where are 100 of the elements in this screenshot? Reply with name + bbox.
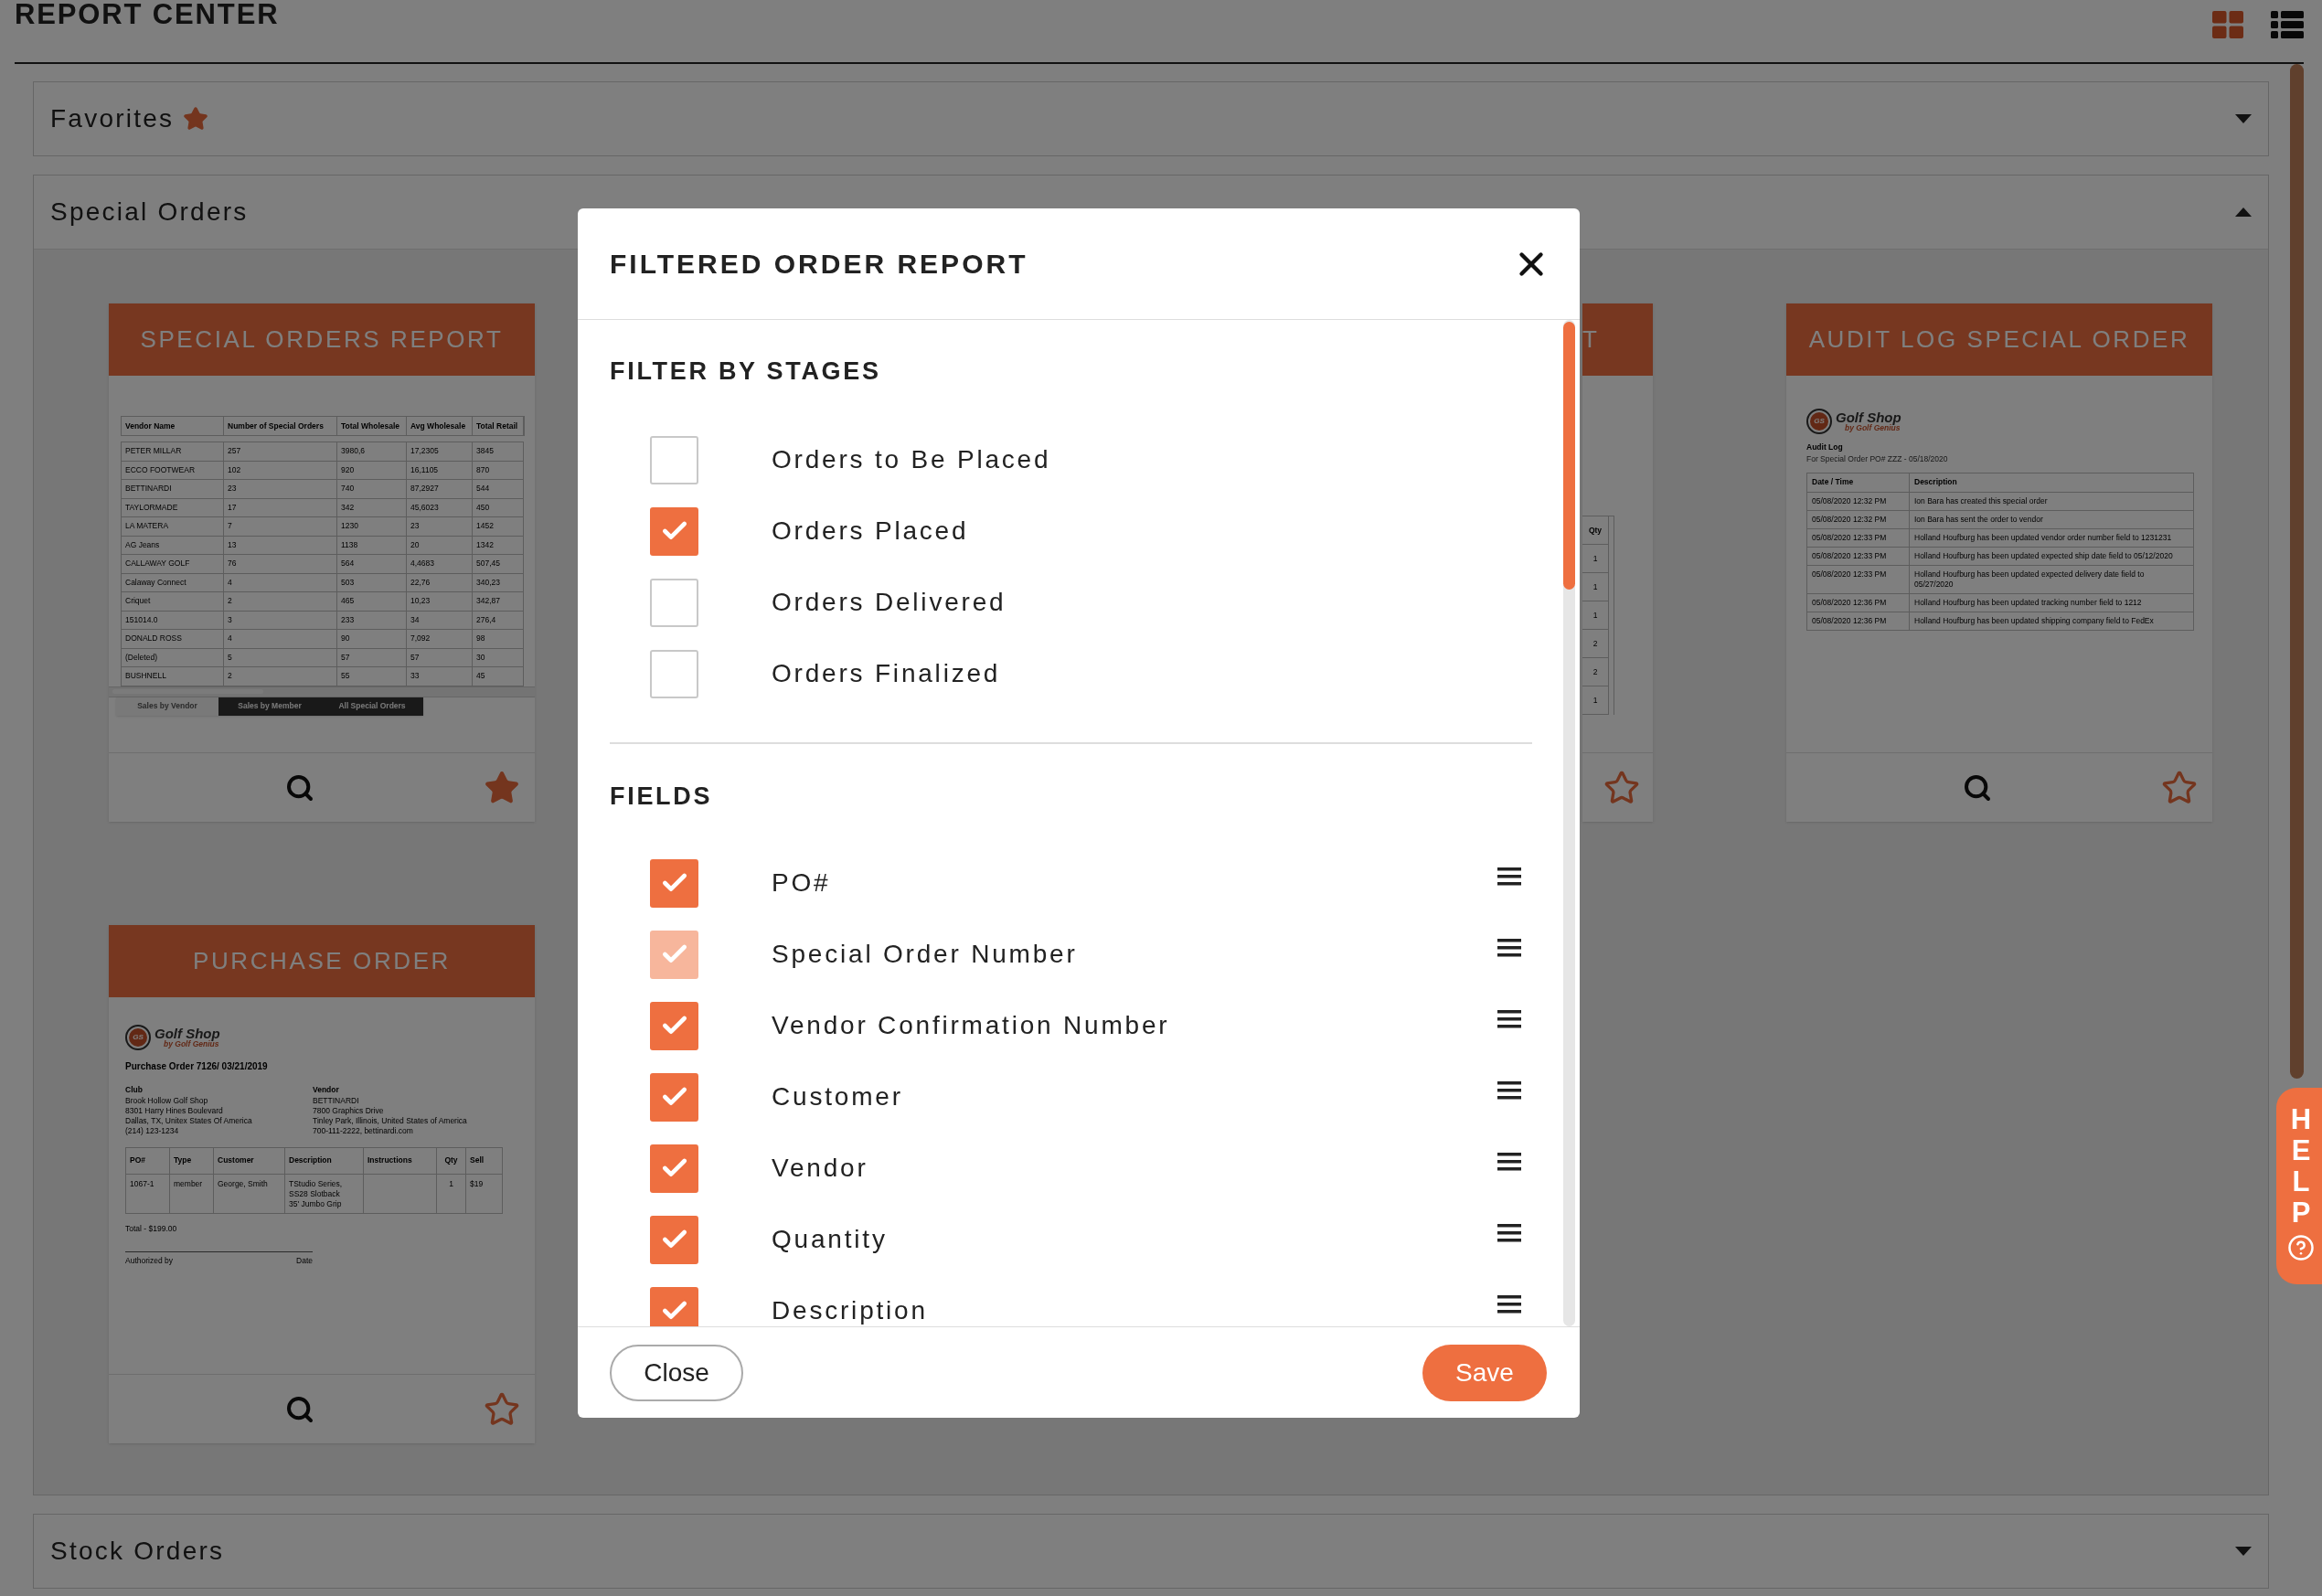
checkbox[interactable] — [650, 1215, 698, 1264]
table-cell: 465 — [337, 592, 407, 611]
checkbox[interactable] — [650, 1144, 698, 1193]
report-card[interactable] — [1786, 303, 2212, 822]
table-header-cell: Type — [170, 1147, 214, 1174]
accordion-header[interactable]: Favorites — [34, 82, 2268, 155]
option-label: Orders Placed — [772, 516, 969, 547]
table-header-cell: Instructions — [364, 1147, 437, 1174]
drag-handle-icon[interactable] — [1497, 1080, 1521, 1101]
table-cell: 87,2927 — [407, 480, 473, 498]
star-icon[interactable] — [1603, 769, 1640, 806]
table-cell: 4 — [224, 573, 337, 591]
drag-handle-icon[interactable] — [1497, 1152, 1521, 1172]
checkbox[interactable] — [650, 858, 698, 908]
table-cell: 870 — [473, 461, 524, 479]
table-cell-text: member — [174, 1178, 204, 1189]
save-button[interactable]: Save — [1422, 1344, 1547, 1401]
document-heading: Audit Log — [1806, 442, 1844, 453]
table-cell: 23 — [224, 480, 337, 498]
address-line: 7800 Graphics Drive — [313, 1105, 385, 1116]
drag-handle-icon[interactable] — [1497, 1223, 1521, 1243]
checkbox[interactable] — [650, 1072, 698, 1122]
table-cell: 450 — [473, 498, 524, 516]
address-line: BETTINARDI — [313, 1095, 360, 1106]
table-cell: 1138 — [337, 536, 407, 554]
drag-handle-icon[interactable] — [1497, 1009, 1521, 1029]
document-subtitle: For Special Order PO# ZZZ - 05/18/2020 — [1806, 452, 1949, 465]
report-card[interactable]: T Qty 1 1 1 2 2 1 — [1582, 303, 1653, 822]
drag-handle-icon[interactable] — [1497, 938, 1521, 958]
table-header-cell: Customer — [214, 1147, 285, 1174]
report-tab[interactable]: Sales by Vendor — [116, 697, 218, 716]
logo-byline: by Golf Genius — [1845, 424, 1901, 432]
address-line: Brook Hollow Golf Shop — [125, 1095, 209, 1106]
checkbox[interactable] — [650, 435, 698, 484]
table-cell-text: 35' Jumbo Grip — [289, 1198, 343, 1209]
table-cell: 3845 — [473, 442, 524, 461]
table-cell: 05/08/2020 12:36 PM — [1807, 612, 1910, 630]
table-cell: 564 — [337, 555, 407, 573]
page-title: REPORT CENTER — [15, 0, 280, 31]
report-card[interactable] — [109, 303, 535, 822]
table-header-cell: PO# — [126, 1147, 170, 1174]
table-cell: 34 — [407, 611, 473, 629]
table-cell-text: $19 — [470, 1178, 485, 1189]
close-button[interactable]: Close — [610, 1344, 743, 1401]
table-cell: LA MATERA — [122, 517, 224, 536]
table-cell: ECCO FOOTWEAR — [122, 461, 224, 479]
search-icon[interactable] — [1963, 772, 1992, 803]
table-cell: 507,45 — [473, 555, 524, 573]
section-title: Stock Orders — [50, 1536, 225, 1567]
table-cell: 1 — [1582, 573, 1609, 601]
logo-badge: GS — [125, 1025, 151, 1050]
checkbox[interactable] — [650, 649, 698, 698]
list-view-icon[interactable] — [2271, 11, 2304, 38]
search-icon[interactable] — [285, 1394, 314, 1424]
field-label: Customer — [772, 1081, 904, 1112]
table-cell: 3980,6 — [337, 442, 407, 461]
table-cell: BUSHNELL — [122, 667, 224, 686]
checkbox[interactable] — [650, 578, 698, 627]
table-cell: (Deleted) — [122, 648, 224, 666]
logo-badge: GS — [1806, 409, 1832, 434]
report-tab[interactable]: All Special Orders — [321, 697, 423, 716]
star-icon[interactable] — [484, 1390, 520, 1428]
document-heading: Purchase Order 7126/ 03/21/2019 — [125, 1060, 269, 1073]
table-cell: 2 — [224, 667, 337, 686]
table-cell: 7,092 — [407, 630, 473, 648]
page-scrollbar-thumb[interactable] — [2290, 64, 2304, 1079]
option-label: Orders Finalized — [772, 658, 1001, 689]
help-tab[interactable]: HELP — [2276, 1088, 2322, 1284]
card-title: T — [1582, 325, 1600, 355]
table-header-cell: Vendor Name — [122, 417, 224, 435]
option-label: Orders to Be Placed — [772, 444, 1051, 475]
section-heading: FILTER BY STAGES — [610, 356, 882, 386]
search-icon[interactable] — [285, 772, 314, 803]
table-cell: 76 — [224, 555, 337, 573]
table-cell: Calaway Connect — [122, 573, 224, 591]
table-cell: 342,87 — [473, 592, 524, 611]
field-label: Description — [772, 1295, 929, 1326]
report-tab[interactable]: Sales by Member — [218, 697, 321, 716]
table-cell: 17 — [224, 498, 337, 516]
scrollbar-thumb[interactable] — [1563, 322, 1575, 590]
checkbox[interactable] — [650, 1001, 698, 1050]
table-header-cell: Qty — [437, 1147, 466, 1174]
table-cell: 1230 — [337, 517, 407, 536]
accordion-header[interactable]: Special Orders — [34, 176, 2268, 249]
table-cell: 342 — [337, 498, 407, 516]
drag-handle-icon[interactable] — [1497, 867, 1521, 887]
checkbox[interactable] — [650, 506, 698, 556]
table-cell: CALLAWAY GOLF — [122, 555, 224, 573]
accordion-header[interactable]: Stock Orders — [34, 1515, 2268, 1588]
field-label: Special Order Number — [772, 939, 1079, 970]
grid-view-icon[interactable] — [2212, 11, 2243, 38]
report-card[interactable] — [109, 925, 535, 1443]
table-cell: 340,23 — [473, 573, 524, 591]
table-header-cell: Qty — [1582, 516, 1609, 545]
star-icon[interactable] — [2161, 769, 2198, 806]
table-cell: DONALD ROSS — [122, 630, 224, 648]
table-cell: 05/08/2020 12:33 PM — [1807, 565, 1910, 593]
checkbox[interactable] — [650, 1286, 698, 1326]
table-header-cell: Avg Wholesale — [407, 417, 473, 435]
drag-handle-icon[interactable] — [1497, 1294, 1521, 1314]
